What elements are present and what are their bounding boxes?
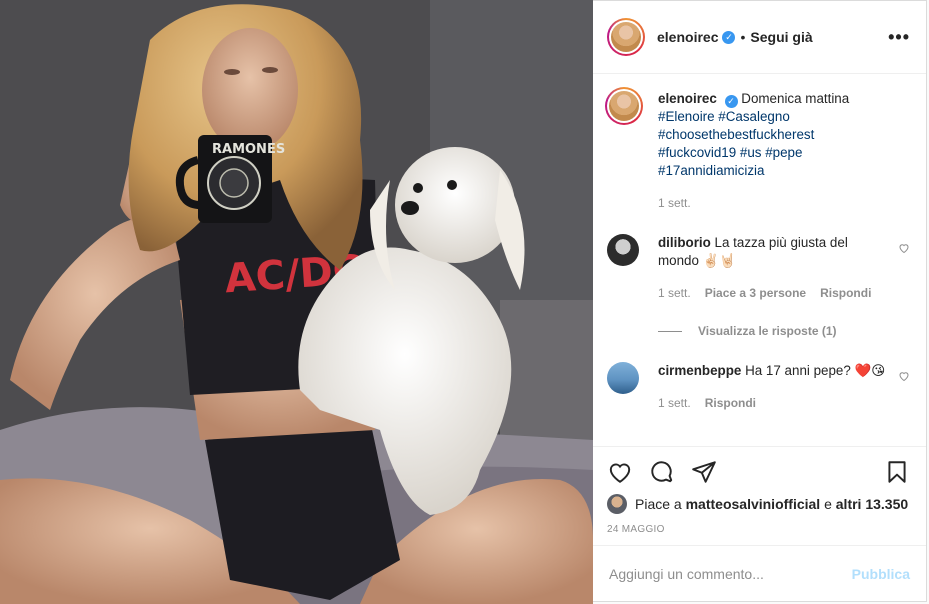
comment-time[interactable]: 1 sett.: [658, 394, 691, 412]
like-heart-icon[interactable]: [607, 459, 633, 485]
publish-button[interactable]: Pubblica: [852, 566, 910, 582]
follow-status-button[interactable]: Segui già: [750, 29, 812, 45]
more-options-icon[interactable]: •••: [888, 27, 910, 48]
commenter-avatar[interactable]: [607, 234, 639, 266]
caption-avatar[interactable]: [605, 87, 643, 125]
caption-text: Domenica mattina: [741, 91, 850, 106]
post-photo[interactable]: AC/DC RAMONES: [0, 0, 593, 604]
replies-divider: [658, 330, 682, 332]
save-bookmark-icon[interactable]: [884, 459, 910, 485]
post-date[interactable]: 24 MAGGIO: [607, 524, 910, 535]
hashtags-line[interactable]: #17annidiamicizia: [658, 162, 910, 180]
commenter-username[interactable]: diliborio: [658, 235, 711, 250]
view-replies-label: Visualizza le risposte (1): [698, 324, 837, 338]
post-side-panel: elenoirec ✓ • Segui già ••• elenoirec ✓ …: [593, 0, 927, 602]
likes-summary[interactable]: Piace a matteosalviniofficial e altri 13…: [607, 494, 910, 514]
comment-bubble-icon[interactable]: [649, 459, 675, 485]
hashtags-line[interactable]: #fuckcovid19 #us #pepe: [658, 144, 910, 162]
liker-username[interactable]: matteosalviniofficial: [686, 496, 821, 512]
reply-button[interactable]: Rispondi: [820, 284, 871, 302]
caption: elenoirec ✓ Domenica mattina #Elenoire #…: [605, 87, 910, 212]
verified-badge-icon: ✓: [722, 30, 736, 44]
likes-others-count[interactable]: altri 13.350: [836, 496, 908, 512]
share-send-icon[interactable]: [691, 459, 717, 485]
caption-time[interactable]: 1 sett.: [658, 194, 691, 212]
mug-print: RAMONES: [212, 142, 285, 157]
add-comment-input[interactable]: [609, 565, 852, 582]
hashtags-line[interactable]: #choosethebestfuckherest: [658, 126, 910, 144]
likes-prefix: Piace a: [635, 496, 682, 512]
post-actions: Piace a matteosalviniofficial e altri 13…: [593, 446, 926, 535]
view-replies-button[interactable]: Visualizza le risposte (1): [658, 324, 910, 338]
like-comment-heart-icon[interactable]: [898, 242, 910, 254]
commenter-avatar[interactable]: [607, 362, 639, 394]
comment-likes-link[interactable]: Piace a 3 persone: [705, 284, 806, 302]
commenter-username[interactable]: cirmenbeppe: [658, 363, 741, 378]
separator-dot: •: [740, 29, 746, 45]
comment-text: Ha 17 anni pepe? ❤️😘: [745, 363, 886, 378]
liker-avatar[interactable]: [607, 494, 627, 514]
comment-time[interactable]: 1 sett.: [658, 284, 691, 302]
comment-item: cirmenbeppe Ha 17 anni pepe? ❤️😘 1 sett.…: [607, 362, 910, 412]
author-avatar[interactable]: [607, 18, 645, 56]
post-header: elenoirec ✓ • Segui già •••: [593, 1, 926, 74]
author-username[interactable]: elenoirec: [657, 29, 718, 45]
add-comment-bar: Pubblica: [593, 545, 926, 601]
comment-item: diliborio La tazza più giusta del mondo …: [607, 234, 910, 302]
comments-list[interactable]: elenoirec ✓ Domenica mattina #Elenoire #…: [593, 74, 926, 446]
post-image: AC/DC RAMONES: [0, 0, 593, 604]
likes-connector: e: [820, 496, 836, 512]
caption-username[interactable]: elenoirec: [658, 91, 717, 106]
like-comment-heart-icon[interactable]: [898, 370, 910, 382]
reply-button[interactable]: Rispondi: [705, 394, 756, 412]
hashtags-line[interactable]: #Elenoire #Casalegno: [658, 108, 910, 126]
verified-badge-icon: ✓: [724, 95, 738, 108]
